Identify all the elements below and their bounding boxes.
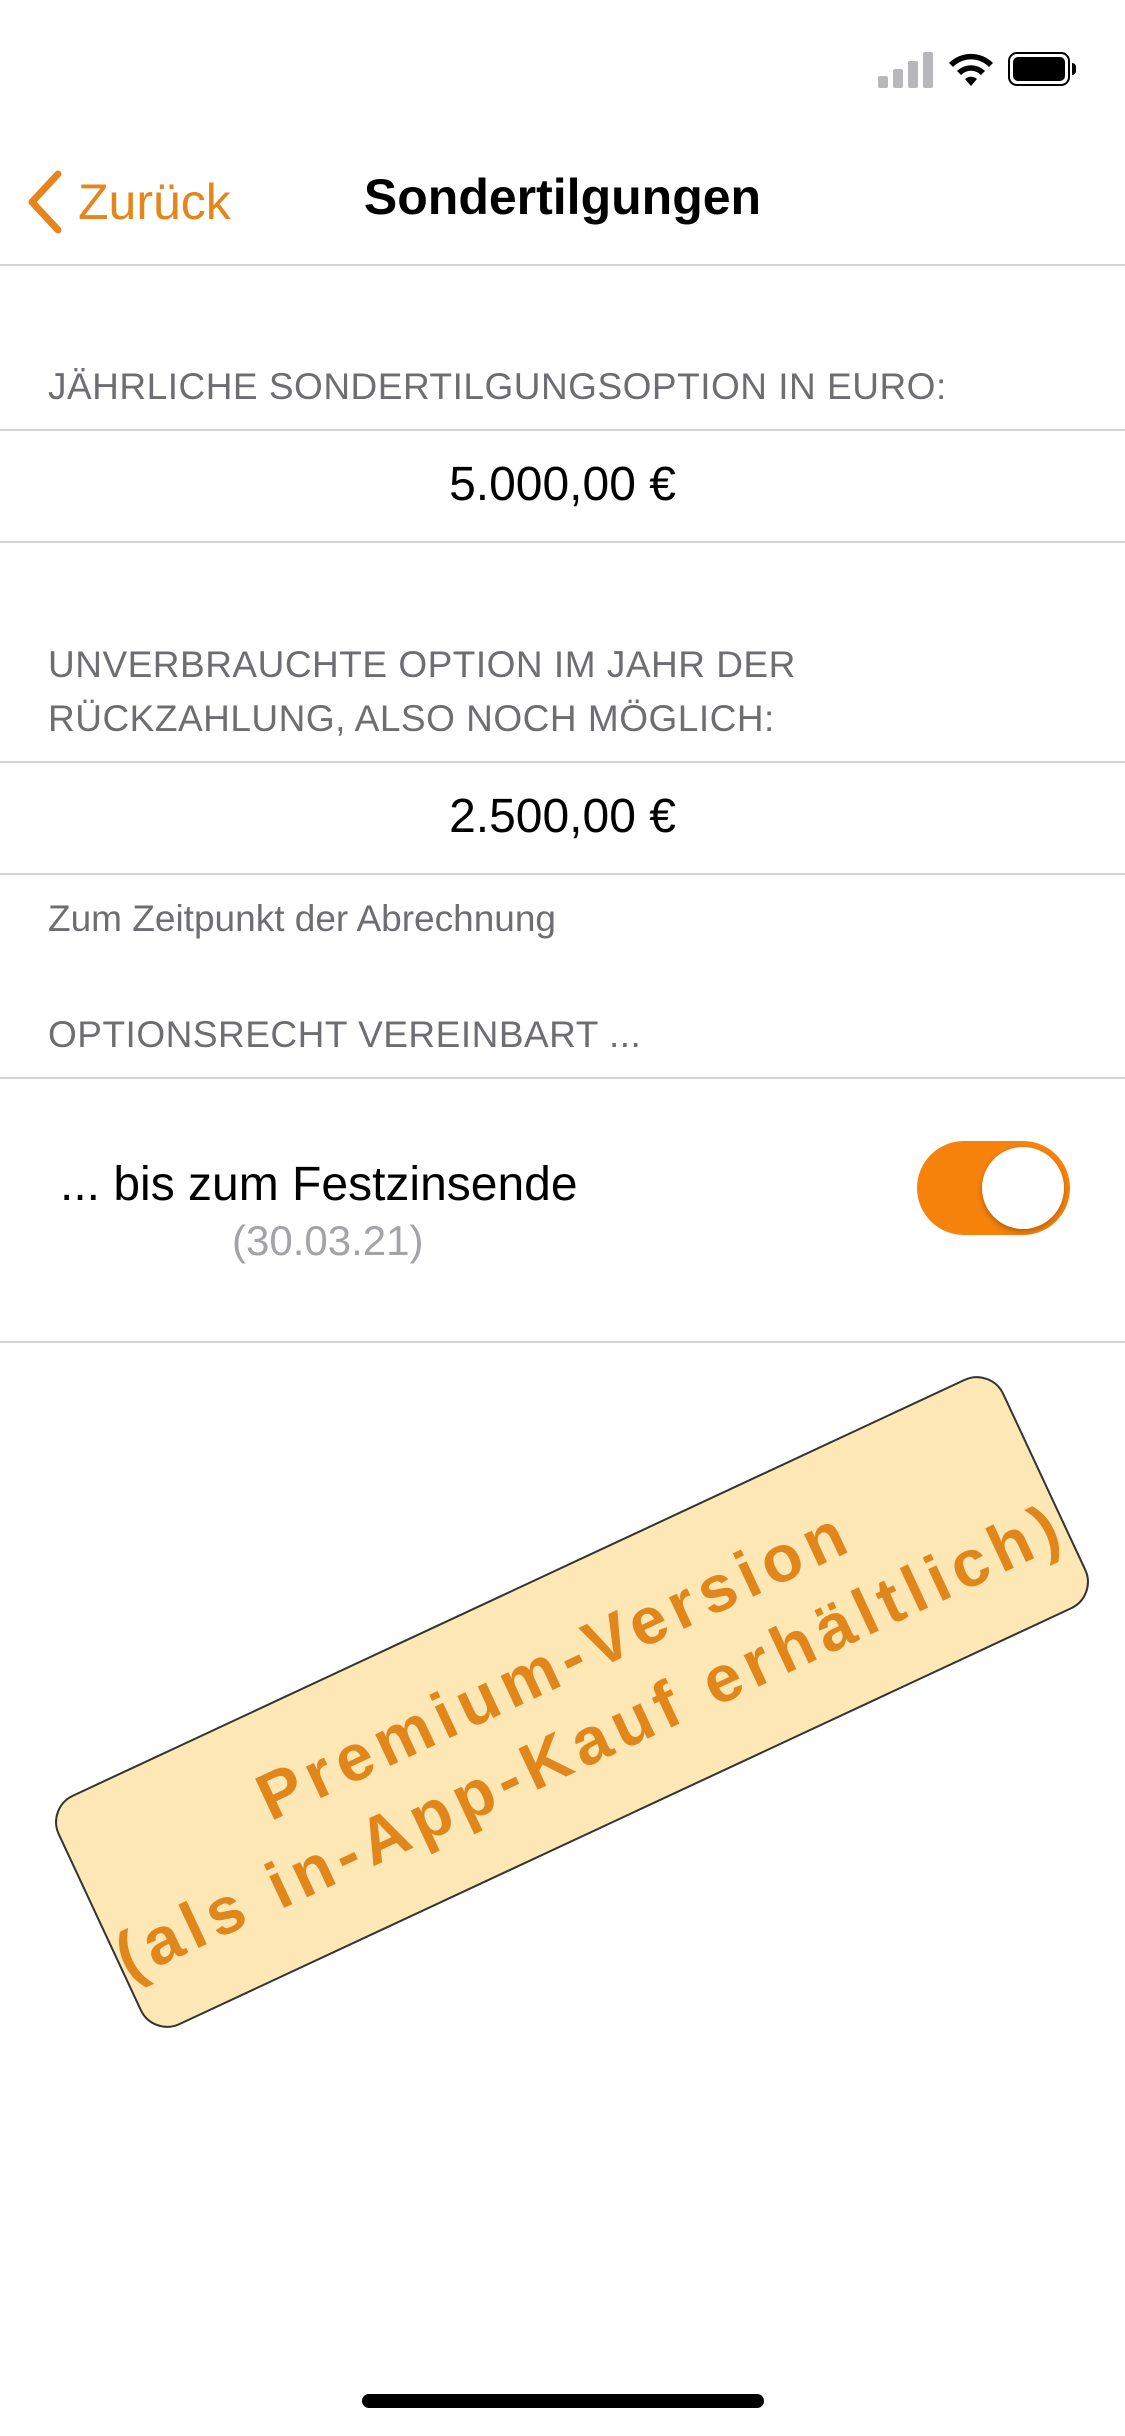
option-row-title: ... bis zum Festzinsende [60, 1158, 578, 1211]
page-title: Sondertilgungen [363, 169, 762, 225]
unused-option-header-line2: RÜCKZAHLUNG, ALSO NOCH MÖGLICH: [48, 698, 775, 739]
premium-version-banner: Premium-Version (als in-App-Kauf erhältl… [45, 1366, 1099, 2038]
home-indicator[interactable] [362, 2394, 764, 2408]
annual-option-header: JÄHRLICHE SONDERTILGUNGSOPTION IN EURO: [48, 366, 947, 407]
fixed-rate-end-toggle[interactable] [917, 1141, 1070, 1235]
unused-option-footer: Zum Zeitpunkt der Abrechnung [48, 898, 557, 939]
option-right-header: OPTIONSRECHT VEREINBART ... [48, 1014, 642, 1055]
annual-option-cell[interactable]: 5.000,00 € [0, 429, 1125, 543]
toggle-knob [982, 1147, 1064, 1229]
unused-option-value: 2.500,00 € [449, 790, 676, 843]
wifi-icon [949, 53, 993, 86]
unused-option-cell[interactable]: 2.500,00 € [0, 761, 1125, 875]
option-row-date: (30.03.21) [232, 1217, 424, 1264]
premium-subtitle: (als in-App-Kauf erhältlich) [103, 1486, 1077, 1994]
screen: Zurück Sondertilgungen JÄHRLICHE SONDERT… [0, 0, 1125, 2436]
unused-option-header-line1: UNVERBRAUCHTE OPTION IM JAHR DER [48, 644, 796, 685]
cellular-signal-icon [878, 50, 934, 88]
battery-icon [1008, 52, 1076, 86]
navigation-bar: Zurück Sondertilgungen [0, 140, 1125, 266]
annual-option-value: 5.000,00 € [449, 458, 676, 511]
option-right-row: ... bis zum Festzinsende (30.03.21) [0, 1077, 1125, 1343]
status-bar [0, 0, 1125, 140]
